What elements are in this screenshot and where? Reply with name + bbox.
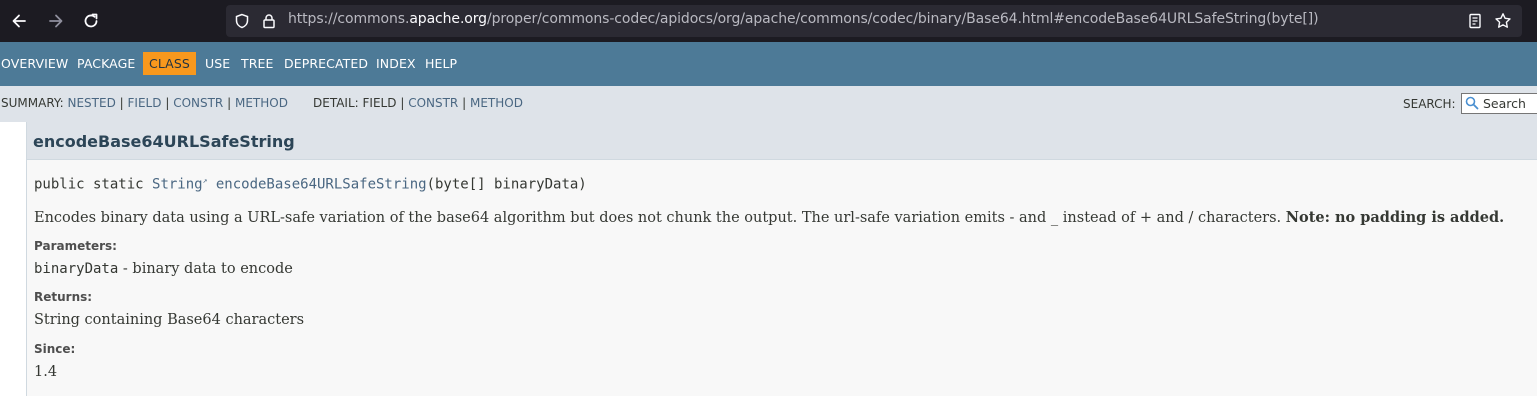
member-header: encodeBase64URLSafeString [27,122,1537,160]
arrow-right-icon [49,14,63,28]
nav-index[interactable]: INDEX [376,56,416,71]
returns-label: Returns: [34,290,93,304]
parameters-label: Parameters: [34,239,117,253]
signature-modifiers: public static [34,176,153,193]
top-navigation: OVERVIEW PACKAGE CLASS USE TREE DEPRECAT… [0,42,1537,86]
back-button[interactable] [7,9,31,33]
param-name: binaryData [34,261,119,277]
separator: | [119,96,124,110]
description-note: Note: no padding is added. [1285,209,1505,226]
sub-navigation: SUMMARY: NESTED | FIELD | CONSTR | METHO… [0,86,1537,122]
method-signature: public static String↗ encodeBase64URLSaf… [34,176,587,193]
separator: | [227,96,232,110]
url-text[interactable]: https://commons.apache.org/proper/common… [288,11,1319,27]
search-input[interactable]: Search [1461,93,1537,114]
separator: | [462,96,467,110]
nav-help[interactable]: HELP [425,56,457,71]
summary-nav: SUMMARY: NESTED | FIELD | CONSTR | METHO… [1,96,288,110]
method-name-link[interactable]: encodeBase64URLSafeString [216,177,427,193]
search-icon [1465,96,1479,110]
parameter-entry: binaryData - binary data to encode [34,261,293,277]
url-prefix: https://commons. [288,11,410,27]
nav-class[interactable]: CLASS [143,52,196,75]
summary-label: SUMMARY: [1,96,64,110]
nav-package[interactable]: PACKAGE [77,56,135,71]
returns-desc: String containing Base64 characters [34,312,305,328]
detail-field-text: FIELD [362,96,397,110]
url-path: /proper/commons-codec/apidocs/org/apache… [486,11,1319,27]
since-label: Since: [34,342,76,356]
string-type-link[interactable]: String [152,177,203,193]
nav-overview[interactable]: OVERVIEW [1,56,68,71]
lock-icon[interactable] [260,12,278,30]
reader-view-icon[interactable] [1466,12,1484,30]
reload-icon [84,13,98,28]
method-description: Encodes binary data using a URL-safe var… [34,209,1504,226]
description-text: Encodes binary data using a URL-safe var… [34,210,1286,226]
summary-method-link[interactable]: METHOD [235,96,288,110]
separator: | [165,96,170,110]
bookmark-star-icon[interactable] [1494,12,1512,30]
summary-field-link[interactable]: FIELD [128,96,162,110]
external-link-icon: ↗ [202,176,208,185]
signature-params: (byte[] binaryData) [426,176,587,193]
url-bar[interactable]: https://commons.apache.org/proper/common… [226,5,1522,37]
nav-deprecated[interactable]: DEPRECATED [284,56,368,71]
reload-button[interactable] [79,9,103,33]
detail-method-link[interactable]: METHOD [470,96,523,110]
param-desc: - binary data to encode [118,261,293,277]
nav-tree[interactable]: TREE [241,56,274,71]
method-detail: encodeBase64URLSafeString [26,122,1537,396]
search-label: SEARCH: [1403,97,1456,111]
search-placeholder: Search [1483,96,1526,111]
since-value: 1.4 [34,364,58,380]
arrow-left-icon [12,14,26,28]
summary-nested-link[interactable]: NESTED [68,96,116,110]
detail-nav: DETAIL: FIELD | CONSTR | METHOD [313,96,523,110]
member-title: encodeBase64URLSafeString [33,132,295,151]
detail-label: DETAIL: [313,96,359,110]
nav-use[interactable]: USE [205,56,230,71]
detail-constr-link[interactable]: CONSTR [408,96,458,110]
url-domain: apache.org [409,11,487,27]
forward-button[interactable] [44,9,68,33]
summary-constr-link[interactable]: CONSTR [173,96,223,110]
browser-toolbar: https://commons.apache.org/proper/common… [0,0,1537,42]
shield-icon[interactable] [233,12,251,30]
separator: | [400,96,405,110]
